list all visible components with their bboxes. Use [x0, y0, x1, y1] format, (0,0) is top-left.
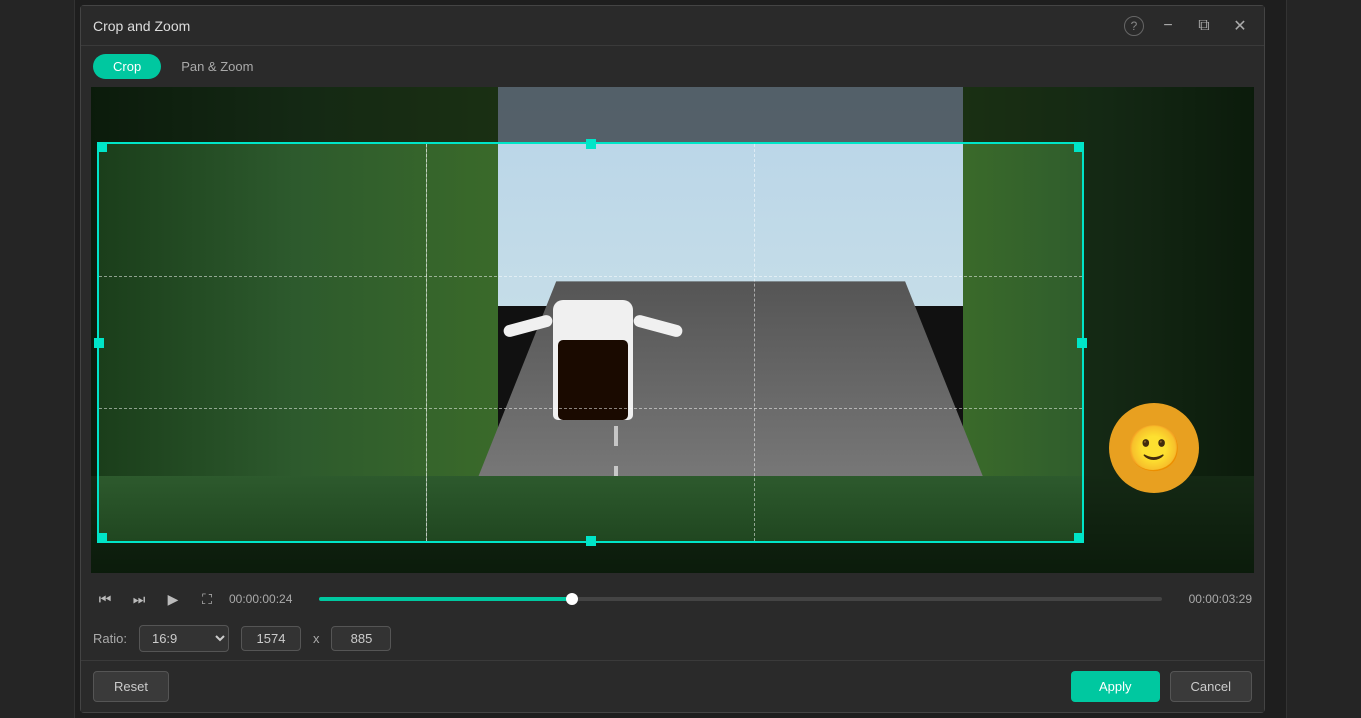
crop-handle-top-left[interactable] — [97, 142, 107, 152]
right-panel — [1286, 0, 1361, 718]
ratio-select[interactable]: 16:9 4:3 1:1 9:16 Free — [139, 625, 229, 652]
time-end: 00:00:03:29 — [1172, 592, 1252, 606]
action-right: Apply Cancel — [1071, 671, 1252, 702]
minimize-button[interactable]: − — [1156, 14, 1180, 38]
reset-button[interactable]: Reset — [93, 671, 169, 702]
title-bar-right: ? − ⧉ ✕ — [1124, 14, 1252, 38]
time-current: 00:00:00:24 — [229, 592, 309, 606]
title-bar-left: Crop and Zoom — [93, 18, 190, 34]
close-button[interactable]: ✕ — [1228, 14, 1252, 38]
crop-mask-top — [91, 87, 1254, 142]
size-separator: x — [313, 631, 320, 646]
width-input[interactable] — [241, 626, 301, 651]
crop-handle-top-mid[interactable] — [586, 139, 596, 149]
dialog-title: Crop and Zoom — [93, 18, 190, 34]
grid-line-h1 — [99, 276, 1082, 277]
apply-button[interactable]: Apply — [1071, 671, 1160, 702]
smiley-emoji: 🙂 — [1109, 403, 1199, 493]
crop-handle-bottom-left[interactable] — [97, 533, 107, 543]
progress-bar[interactable] — [319, 597, 1162, 601]
play-button[interactable]: ▶ — [161, 587, 185, 611]
left-sidebar — [0, 0, 75, 718]
title-bar: Crop and Zoom ? − ⧉ ✕ — [81, 6, 1264, 46]
video-preview: 🙂 — [91, 87, 1254, 573]
ratio-label: Ratio: — [93, 631, 127, 646]
crop-handle-mid-left[interactable] — [94, 338, 104, 348]
action-bar: Reset Apply Cancel — [81, 660, 1264, 712]
grid-line-h2 — [99, 408, 1082, 409]
crop-grid — [99, 144, 1082, 541]
tabs-area: Crop Pan & Zoom — [81, 46, 1264, 79]
crop-handle-top-right[interactable] — [1074, 142, 1084, 152]
crop-border[interactable] — [97, 142, 1084, 543]
crop-handle-mid-right[interactable] — [1077, 338, 1087, 348]
help-button[interactable]: ? — [1124, 16, 1144, 36]
progress-fill — [319, 597, 572, 601]
progress-thumb[interactable] — [566, 593, 578, 605]
tab-crop[interactable]: Crop — [93, 54, 161, 79]
height-input[interactable] — [331, 626, 391, 651]
crop-mask-bottom — [91, 543, 1254, 573]
crop-handle-bottom-mid[interactable] — [586, 536, 596, 546]
crop-handle-bottom-right[interactable] — [1074, 533, 1084, 543]
crop-zoom-dialog: Crop and Zoom ? − ⧉ ✕ Crop Pan & Zoom — [80, 5, 1265, 713]
frame-back-button[interactable]: ⏭ — [127, 587, 151, 611]
fullscreen-button[interactable]: ⛶ — [195, 587, 219, 611]
maximize-button[interactable]: ⧉ — [1192, 14, 1216, 38]
tab-pan-zoom[interactable]: Pan & Zoom — [161, 54, 273, 79]
crop-overlay[interactable] — [91, 87, 1254, 573]
ratio-bar: Ratio: 16:9 4:3 1:1 9:16 Free x — [81, 617, 1264, 660]
grid-line-v1 — [426, 144, 427, 541]
cancel-button[interactable]: Cancel — [1170, 671, 1252, 702]
skip-back-button[interactable]: ⏮ — [93, 587, 117, 611]
grid-line-v2 — [754, 144, 755, 541]
playback-bar: ⏮ ⏭ ▶ ⛶ 00:00:00:24 00:00:03:29 — [81, 581, 1264, 617]
